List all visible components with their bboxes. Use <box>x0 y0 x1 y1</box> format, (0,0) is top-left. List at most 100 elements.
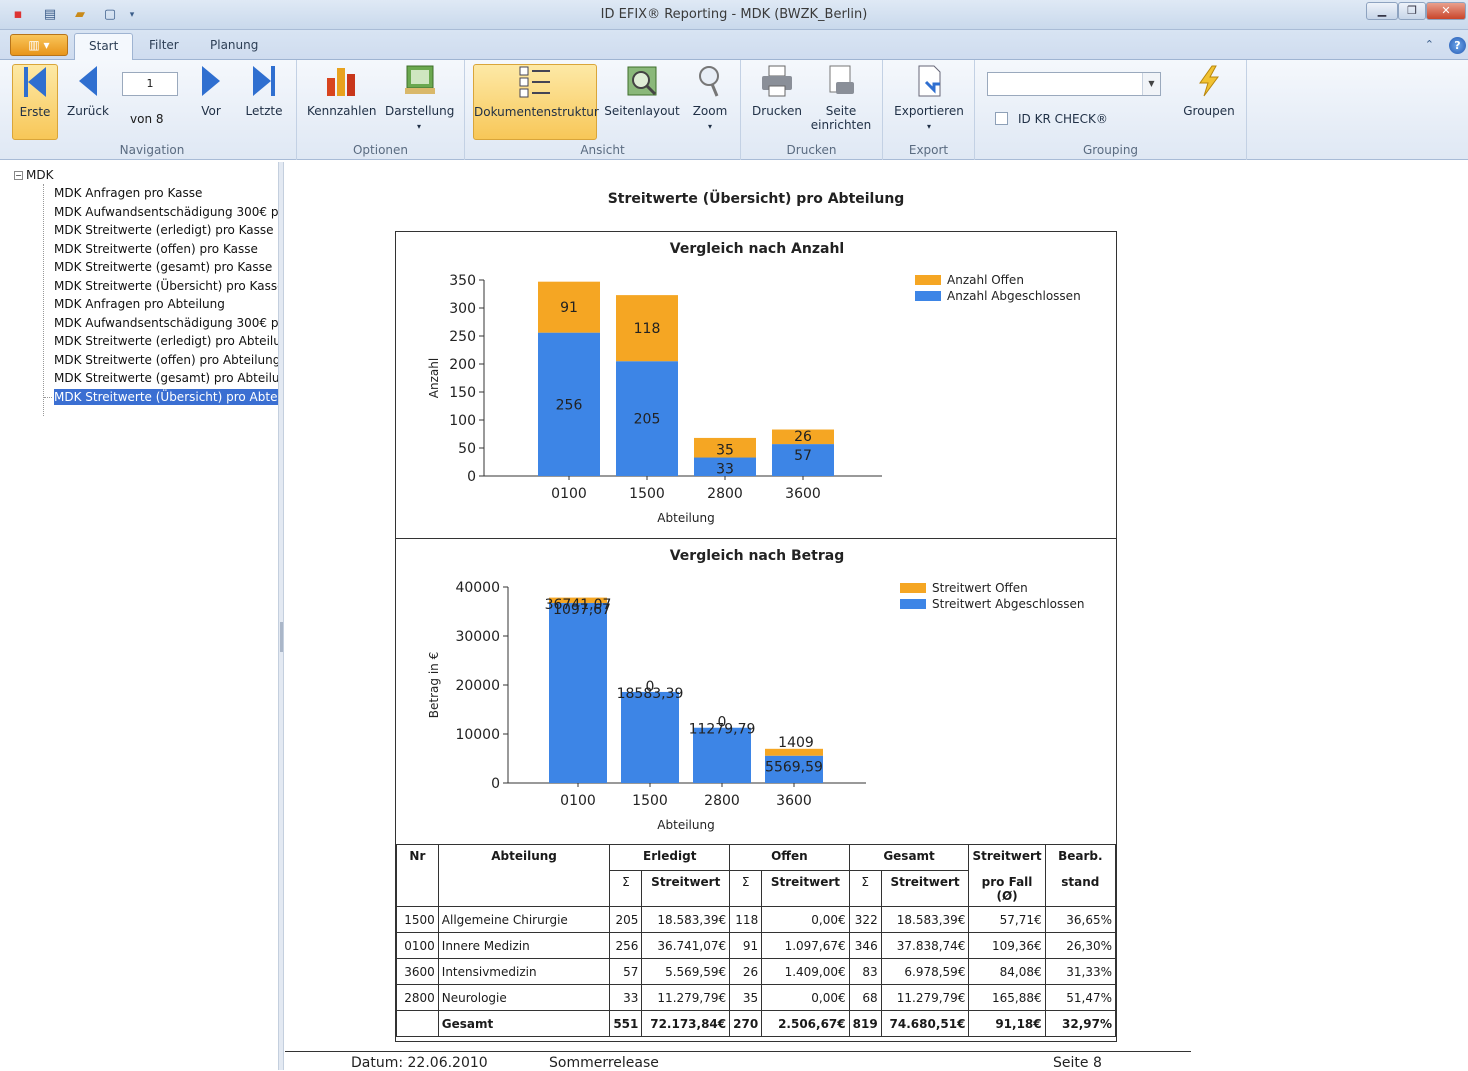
pane-splitter[interactable] <box>278 162 284 1070</box>
report-title: Streitwerte (Übersicht) pro Abteilung <box>607 191 905 207</box>
y-tick-label: 150 <box>449 385 476 401</box>
title-bar: ▪ ▤ ▰ ▢ ▾ ID EFIX® Reporting - MDK (BWZK… <box>0 0 1468 30</box>
tree-item[interactable]: MDK Streitwerte (gesamt) pro Abteilung <box>54 370 278 386</box>
header-sigma: Σ <box>848 870 882 907</box>
table-cell-o_sw: 1.097,67€ <box>761 932 850 959</box>
report-frame: Vergleich nach Anzahl 0 50 100 150 200 250 300… <box>395 231 1117 1042</box>
tab-filter[interactable]: Filter <box>149 38 179 52</box>
table-cell-g_n: 68 <box>848 984 882 1011</box>
data-label-offen: 91 <box>560 300 578 316</box>
page-number-input[interactable]: 1 <box>122 72 178 96</box>
header-streitwert: Streitwert <box>641 870 731 907</box>
table-cell-g_sw: 6.978,59€ <box>880 958 970 985</box>
table-cell-stand: 31,33% <box>1044 958 1117 985</box>
export-button[interactable]: Exportieren ▾ <box>891 64 967 132</box>
close-button[interactable]: ✕ <box>1426 2 1466 20</box>
zoom-button[interactable]: Zoom ▾ <box>689 64 731 132</box>
legend-anzahl: Anzahl Offen Anzahl Abgeschlossen <box>915 272 1081 304</box>
y-tick-label: 0 <box>467 469 476 485</box>
tree-item[interactable]: MDK Streitwerte (gesamt) pro Kasse <box>54 259 278 275</box>
minimize-ribbon-icon[interactable]: ⌃ <box>1425 38 1434 51</box>
tree-item[interactable]: MDK Aufwandsentschädigung 300€ pro <box>54 204 278 220</box>
next-button[interactable]: Vor <box>194 64 228 118</box>
tree-item[interactable]: MDK Streitwerte (Übersicht) pro Abteilun… <box>44 388 278 405</box>
header-abteilung: Abteilung <box>437 844 611 907</box>
x-tick-label: 3600 <box>776 793 812 809</box>
table-cell-e_n: 33 <box>609 984 643 1011</box>
tree-item[interactable]: MDK Streitwerte (erledigt) pro Abteilung <box>54 333 278 349</box>
header-pro-fall: pro Fall (Ø) <box>968 870 1046 907</box>
id-kr-check-checkbox[interactable] <box>995 112 1008 125</box>
data-label-offen: 0 <box>646 679 655 695</box>
tree-item[interactable]: MDK Streitwerte (offen) pro Abteilung <box>54 352 278 368</box>
y-tick-label: 100 <box>449 413 476 429</box>
x-tick-label: 1500 <box>632 793 668 809</box>
total-cell-e_n: 551 <box>609 1010 643 1037</box>
data-label-abgeschlossen: 57 <box>794 448 812 464</box>
last-page-icon <box>253 66 275 96</box>
tree-item[interactable]: MDK Streitwerte (offen) pro Kasse <box>54 241 278 257</box>
seitenlayout-button[interactable]: Seitenlayout <box>603 64 681 118</box>
data-label-offen: 118 <box>634 321 661 337</box>
data-label-abgeschlossen: 5569,59 <box>765 760 823 776</box>
bar-abgeschlossen <box>621 691 679 783</box>
data-label-offen: 0 <box>718 715 727 731</box>
bar-abgeschlossen <box>549 602 607 783</box>
tree-item[interactable]: MDK Anfragen pro Abteilung <box>54 296 278 312</box>
data-label-offen: 1097,67 <box>553 602 611 618</box>
table-cell-g_n: 322 <box>848 906 882 933</box>
first-page-button[interactable]: Erste <box>12 64 58 140</box>
legend-betrag: Streitwert Offen Streitwert Abgeschlosse… <box>900 580 1085 612</box>
last-page-button[interactable]: Letzte <box>242 64 286 118</box>
maximize-button[interactable]: ❐ <box>1398 2 1426 20</box>
collapse-icon[interactable]: − <box>14 171 23 180</box>
table-row: 0100 Innere Medizin 256 36.741,07€ 91 1.097,6… <box>396 932 1117 959</box>
total-cell-o_n: 270 <box>729 1010 763 1037</box>
printer-icon <box>762 65 792 97</box>
y-tick-label: 40000 <box>455 580 500 596</box>
table-cell-g_sw: 18.583,39€ <box>880 906 970 933</box>
data-label-abgeschlossen: 205 <box>634 412 661 428</box>
table-cell-e_n: 57 <box>609 958 643 985</box>
y-tick-label: 30000 <box>455 629 500 645</box>
tab-start[interactable]: Start <box>74 33 134 61</box>
bar-chart-icon <box>327 68 355 96</box>
x-tick-label: 0100 <box>551 486 587 502</box>
tab-planung[interactable]: Planung <box>210 38 258 52</box>
page-setup-button[interactable]: Seite einrichten <box>807 64 875 132</box>
kennzahlen-button[interactable]: Kennzahlen <box>307 64 376 118</box>
minimize-button[interactable]: ▁ <box>1366 2 1398 20</box>
table-cell-pro_fall: 84,08€ <box>968 958 1046 985</box>
legend-swatch-offen <box>915 275 941 285</box>
ribbon: Erste Zurück 1 von 8 Vor Letzte Navigati… <box>0 60 1468 160</box>
dokumentenstruktur-button[interactable]: Dokumentenstruktur <box>473 64 599 140</box>
help-icon[interactable]: ? <box>1449 37 1466 54</box>
print-button[interactable]: Drucken <box>749 64 805 118</box>
x-axis-label: Abteilung <box>657 511 714 525</box>
back-button[interactable]: Zurück <box>66 64 110 118</box>
tree-item[interactable]: MDK Streitwerte (Übersicht) pro Kasse <box>54 278 278 294</box>
darstellung-button[interactable]: Darstellung ▾ <box>385 64 454 132</box>
total-cell-o_sw: 2.506,67€ <box>761 1010 850 1037</box>
data-label-abgeschlossen: 256 <box>556 397 583 413</box>
tree-item[interactable]: MDK Streitwerte (erledigt) pro Kasse <box>54 222 278 238</box>
app-menu-button[interactable]: ▥ ▾ <box>10 34 68 56</box>
chevron-down-icon[interactable]: ▼ <box>1142 73 1160 95</box>
table-cell-stand: 36,65% <box>1044 906 1117 933</box>
tree-item[interactable]: MDK Anfragen pro Kasse <box>54 185 278 201</box>
y-tick-label: 20000 <box>455 678 500 694</box>
table-row: 1500 Allgemeine Chirurgie 205 18.583,39€ 118… <box>396 906 1117 933</box>
tree-root[interactable]: − MDK <box>14 168 53 182</box>
tree-item[interactable]: MDK Aufwandsentschädigung 300€ pro <box>54 315 278 331</box>
y-tick-label: 350 <box>449 273 476 289</box>
page-setup-icon <box>829 65 854 94</box>
groupen-button[interactable]: Groupen <box>1179 64 1239 118</box>
legend-item: Streitwert Offen <box>900 580 1085 596</box>
export-document-icon <box>918 65 941 97</box>
grouping-select[interactable]: ▼ <box>987 72 1161 96</box>
table-cell-stand: 51,47% <box>1044 984 1117 1011</box>
x-tick-label: 0100 <box>560 793 596 809</box>
data-label-abgeschlossen: 33 <box>716 462 734 478</box>
y-tick-label: 300 <box>449 301 476 317</box>
table-cell-e_sw: 36.741,07€ <box>641 932 731 959</box>
